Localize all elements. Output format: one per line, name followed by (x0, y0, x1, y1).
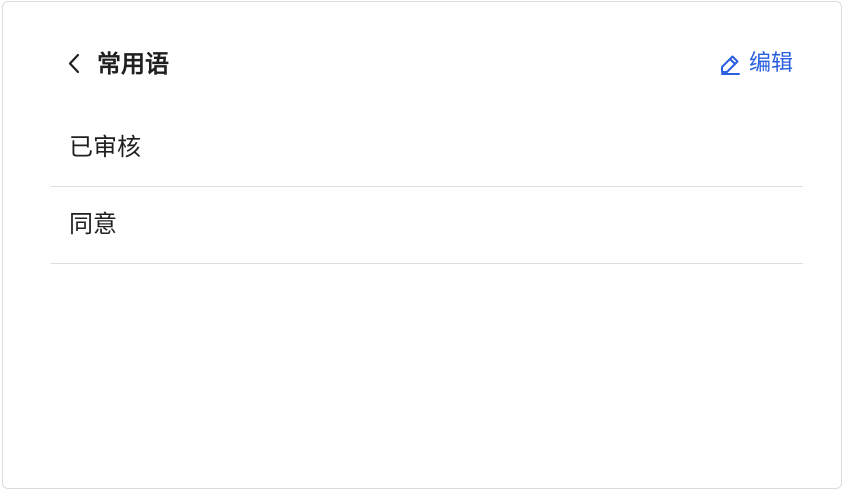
panel-header: 常用语 编辑 (3, 2, 841, 126)
edit-button-label: 编辑 (748, 51, 793, 76)
edit-button[interactable]: 编辑 (719, 46, 793, 82)
phrase-text: 已审核 (69, 133, 141, 161)
pencil-icon (720, 55, 740, 75)
list-item[interactable]: 已审核 (51, 110, 803, 187)
page-title: 常用语 (97, 50, 169, 78)
phrase-list: 已审核 同意 (51, 110, 803, 264)
chevron-left-icon (68, 53, 80, 74)
phrase-text: 同意 (69, 210, 117, 238)
list-item[interactable]: 同意 (51, 187, 803, 264)
back-button[interactable] (61, 49, 91, 79)
common-phrases-panel: 常用语 编辑 已审核 同意 (2, 1, 842, 489)
